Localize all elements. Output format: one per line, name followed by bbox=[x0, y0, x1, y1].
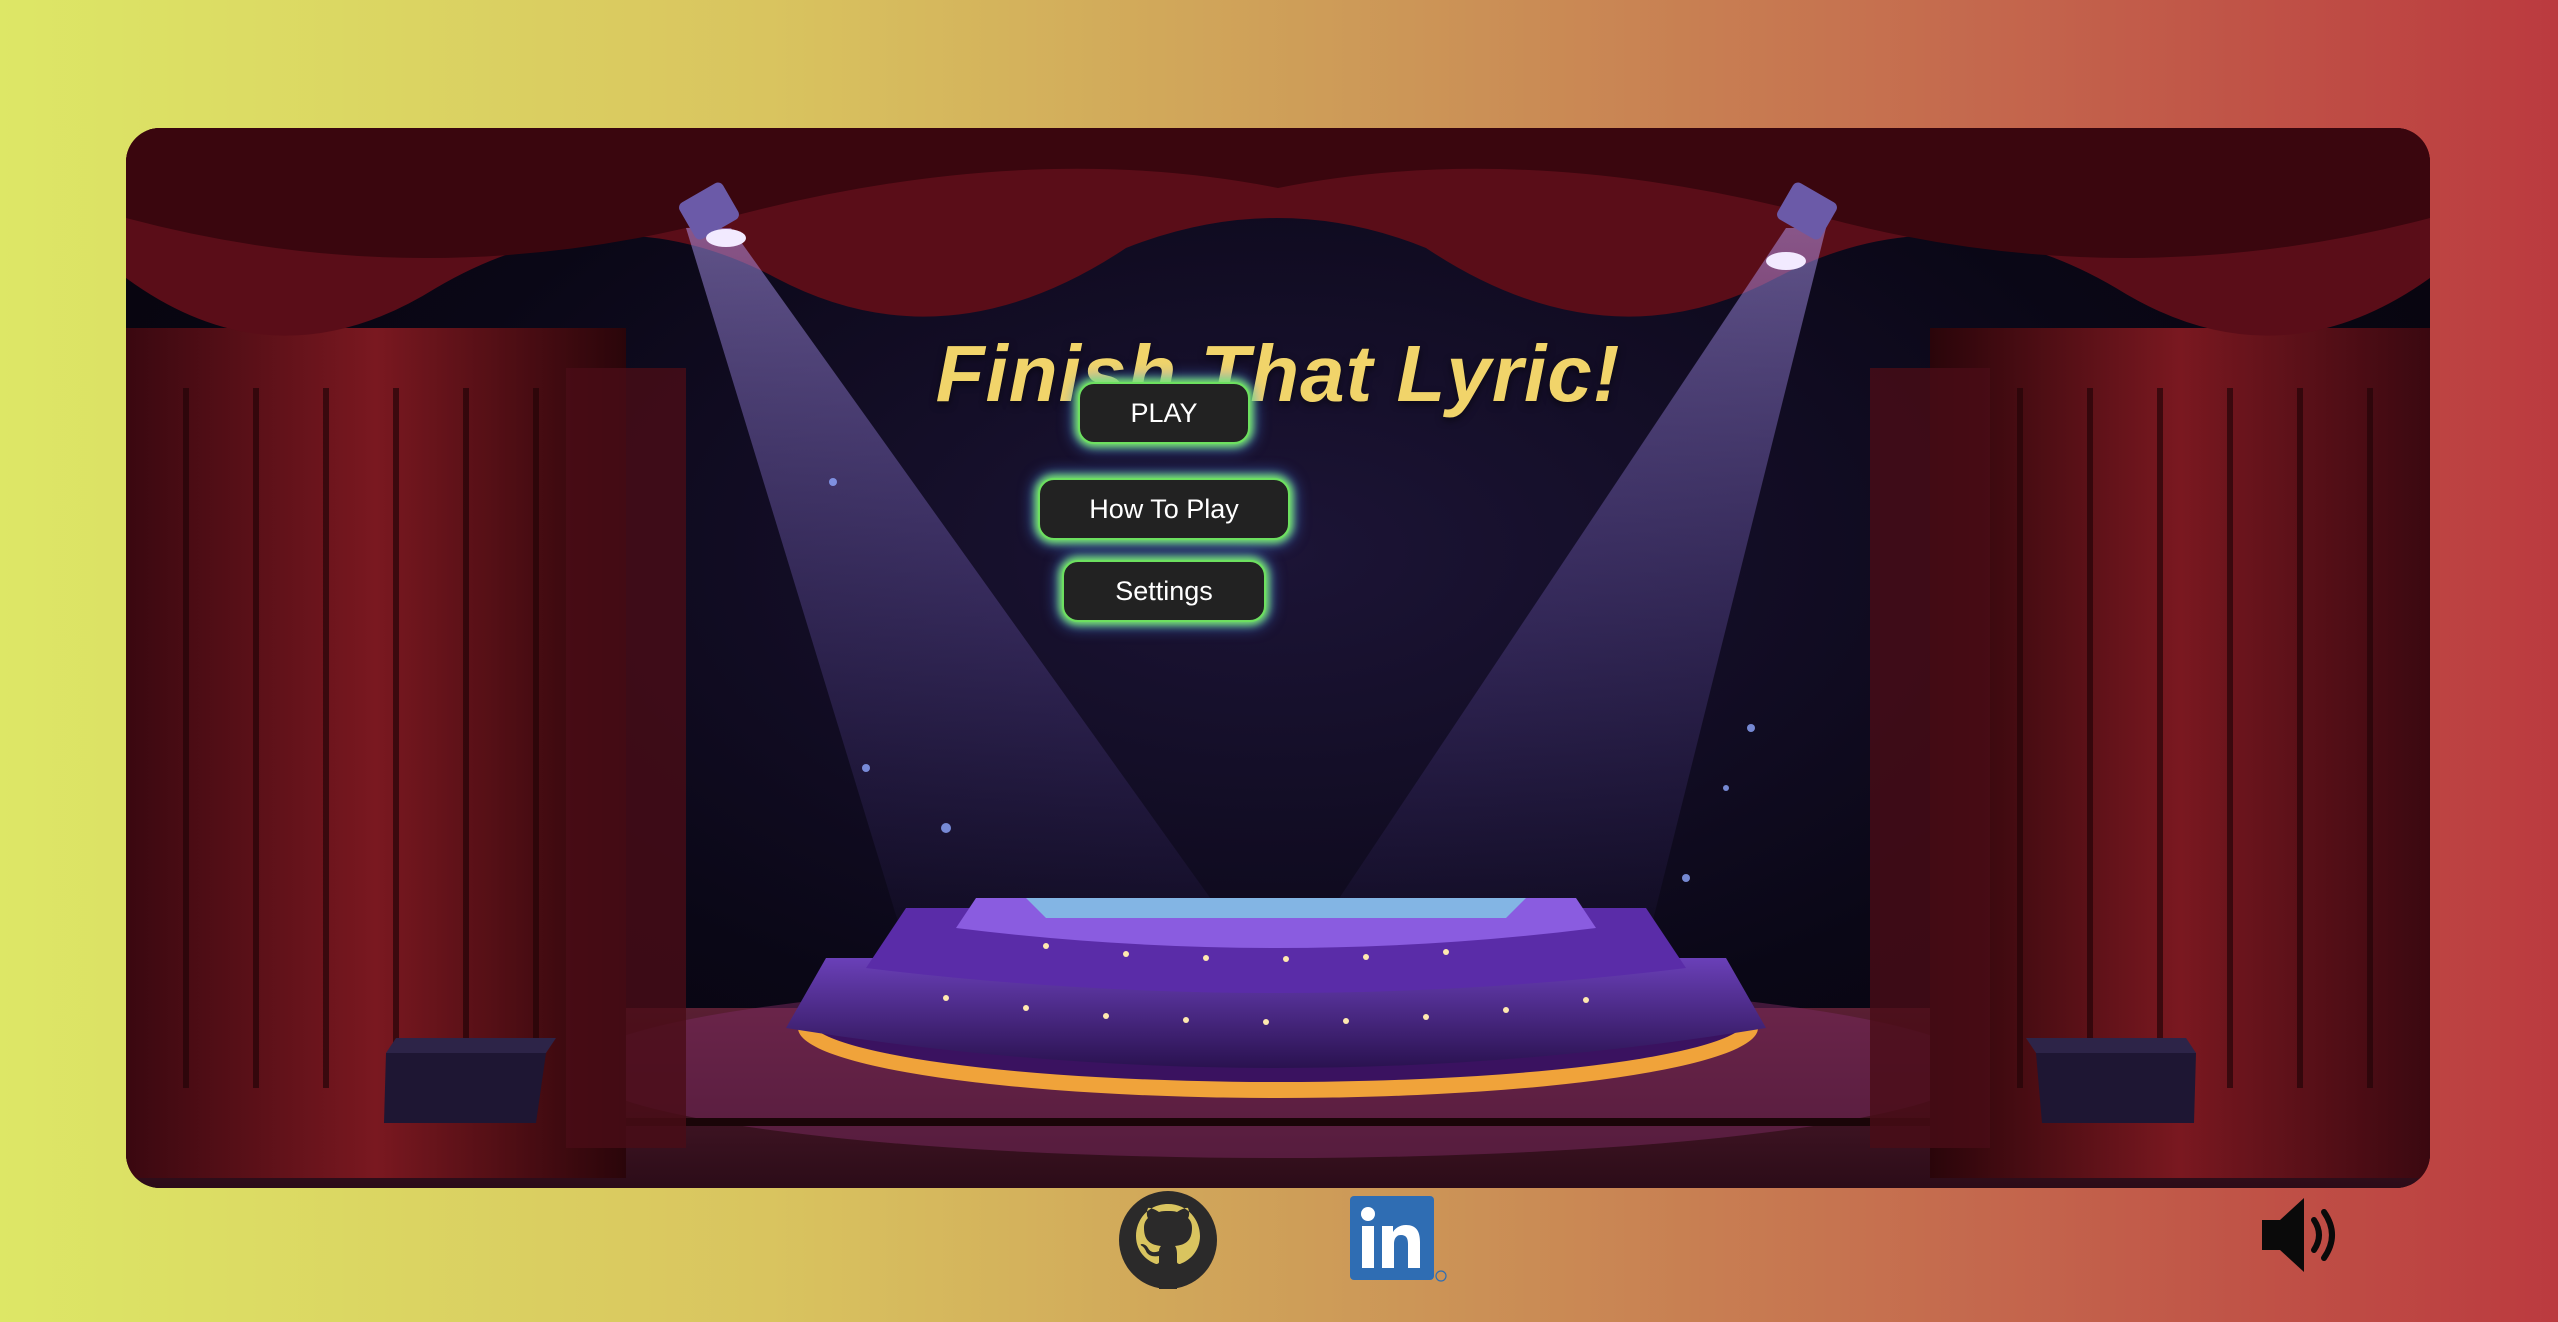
linkedin-icon[interactable] bbox=[1348, 1194, 1448, 1284]
how-to-play-button[interactable]: How To Play bbox=[1038, 478, 1290, 540]
speaker-icon[interactable] bbox=[2256, 1190, 2346, 1280]
settings-button[interactable]: Settings bbox=[1062, 560, 1266, 622]
game-stage: Finish That Lyric! bbox=[126, 128, 2430, 1188]
game-title: Finish That Lyric! bbox=[935, 329, 1621, 418]
github-icon[interactable] bbox=[1118, 1190, 1218, 1290]
theater-stage-background bbox=[126, 128, 2430, 1188]
play-button[interactable]: PLAY bbox=[1078, 382, 1250, 444]
